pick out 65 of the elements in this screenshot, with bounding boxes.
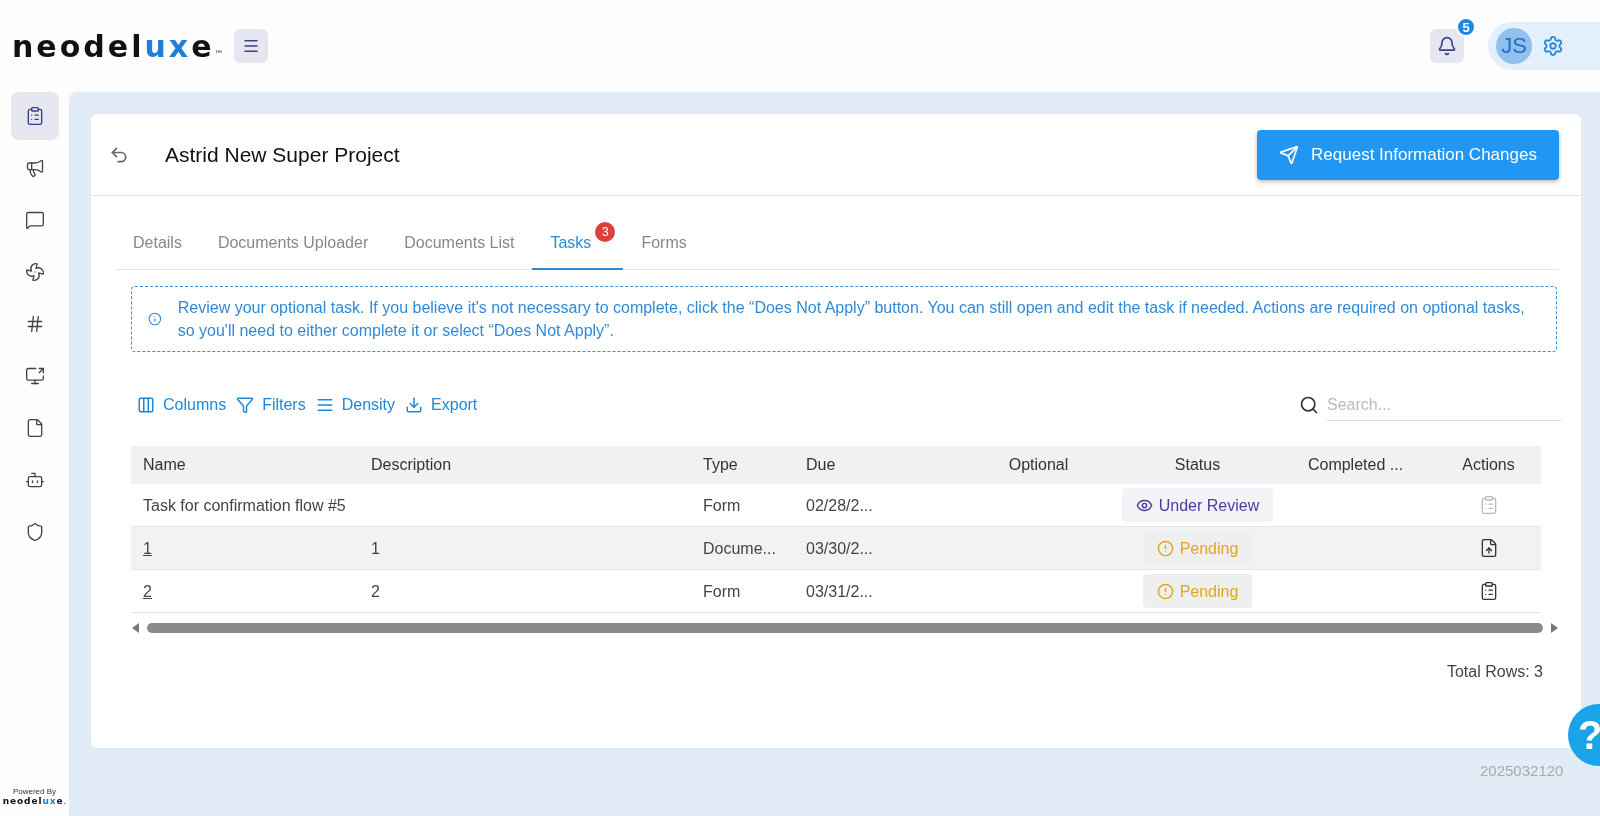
- filter-icon: [236, 396, 255, 414]
- status-chip: Pending: [1142, 531, 1253, 565]
- tab[interactable]: Documents Uploader: [199, 220, 387, 270]
- table-cell-text: Docume...: [703, 538, 776, 559]
- columns-button[interactable]: Columns: [131, 396, 231, 414]
- column-header[interactable]: Due: [794, 446, 957, 484]
- table-cell-text: 2: [371, 581, 380, 602]
- table-row[interactable]: 1 1 Docume... 03/30/2... Pending: [131, 527, 1541, 570]
- columns-icon: [137, 396, 155, 414]
- tab[interactable]: Details: [115, 220, 200, 270]
- table-cell-text: Form: [703, 581, 741, 602]
- download-icon: [405, 396, 424, 414]
- column-header[interactable]: Description: [359, 446, 691, 484]
- status-chip: Pending: [1142, 574, 1253, 608]
- table-cell-text: 02/28/2...: [806, 495, 873, 516]
- table-cell-text: 1: [371, 538, 380, 559]
- footer-logo: neodel ux e.: [2, 796, 67, 806]
- density-button[interactable]: Density: [309, 396, 400, 414]
- column-header[interactable]: Status: [1120, 446, 1275, 484]
- status-chip: Under Review: [1121, 488, 1274, 522]
- filters-button[interactable]: Filters: [230, 396, 310, 414]
- powered-by-label: Powered By: [12, 787, 57, 796]
- column-header[interactable]: Type: [691, 446, 794, 484]
- export-button[interactable]: Export: [399, 396, 482, 414]
- task-link[interactable]: 1: [143, 534, 152, 562]
- table-cell-text: Task for confirmation flow #5: [143, 495, 346, 516]
- back-icon[interactable]: [109, 144, 129, 165]
- tab[interactable]: Forms: [623, 220, 705, 270]
- menu-icon: [241, 37, 260, 55]
- table-cell-text: Form: [703, 495, 741, 516]
- menu-button[interactable]: [233, 29, 268, 63]
- tab-badge: 3: [595, 222, 616, 242]
- column-header[interactable]: Actions: [1436, 446, 1541, 484]
- sidebar-item[interactable]: [10, 92, 59, 140]
- tab[interactable]: Documents List: [386, 220, 533, 270]
- scroll-right-icon[interactable]: [1549, 623, 1559, 633]
- column-header[interactable]: Completed ...: [1275, 446, 1436, 484]
- table-cell-text: 03/31/2...: [806, 581, 873, 602]
- send-icon: [1279, 144, 1300, 165]
- search-icon: [1299, 395, 1319, 415]
- alert-icon: [1156, 539, 1174, 557]
- total-rows: Total Rows: 3: [1446, 663, 1543, 681]
- logo: neodel uxe™: [12, 28, 224, 64]
- task-link[interactable]: 2: [143, 577, 152, 605]
- megaphone-icon: [24, 158, 45, 178]
- robot-icon: [24, 470, 45, 490]
- bell-icon: [1437, 36, 1457, 56]
- settings-icon[interactable]: [1542, 35, 1564, 57]
- project-title: Astrid New Super Project: [165, 142, 400, 167]
- lines-icon: [315, 396, 334, 414]
- notice-text: Review your optional task. If you believe it's not necessary to complete, click the “Does Not Apply” button. You can still open and edit the task if needed. Actions are required on optional tasks, so you'll need to either complete it or select “Does Not Apply”.: [177, 298, 1526, 341]
- message-icon: [24, 210, 45, 230]
- notifications-button[interactable]: [1430, 29, 1464, 63]
- scroll-left-icon[interactable]: [131, 623, 141, 633]
- column-header[interactable]: Name: [131, 446, 359, 484]
- column-header[interactable]: Optional: [957, 446, 1120, 484]
- notification-count: 5: [1456, 17, 1476, 37]
- table-cell-text: 03/30/2...: [806, 538, 873, 559]
- fan-icon: [24, 262, 45, 282]
- info-icon: [148, 310, 162, 328]
- alert-icon: [1156, 582, 1174, 600]
- search-field[interactable]: Search...: [1327, 389, 1561, 421]
- screen-share-icon: [24, 366, 45, 386]
- tab[interactable]: Tasks 3: [532, 220, 624, 270]
- version-number: 2025032120: [1480, 762, 1565, 779]
